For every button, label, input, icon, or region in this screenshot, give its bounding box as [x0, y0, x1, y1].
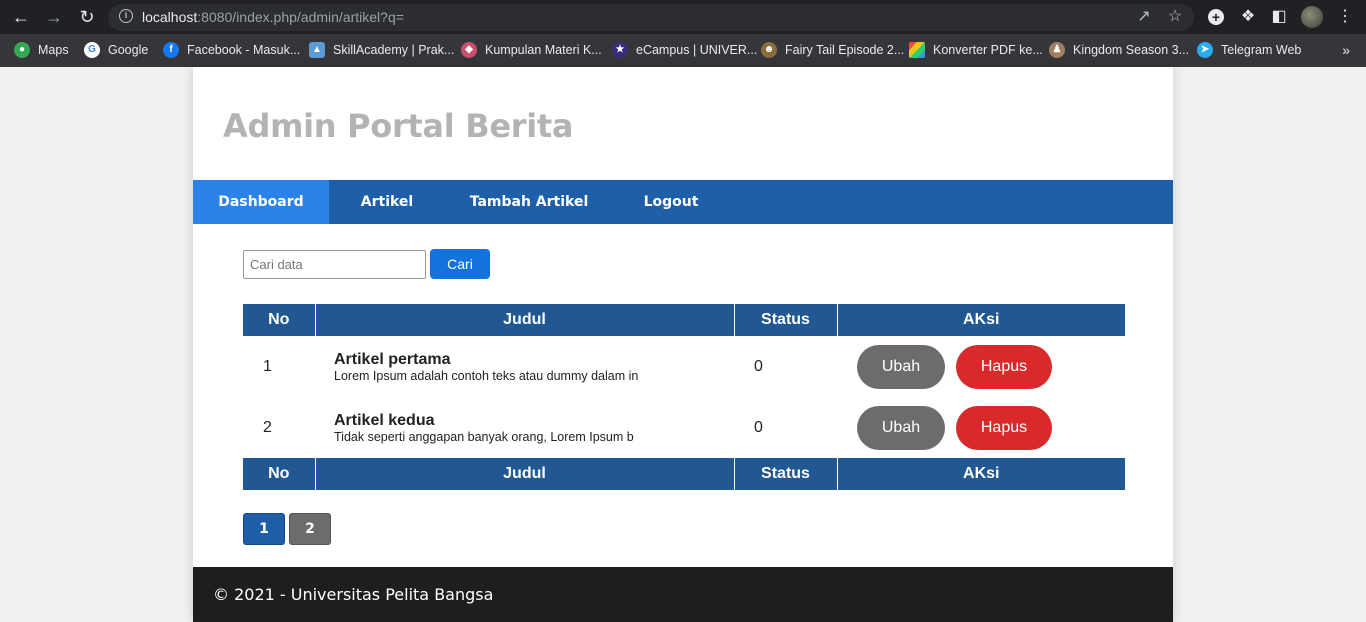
nav-dashboard[interactable]: Dashboard [193, 180, 329, 224]
bookmark-label: SkillAcademy | Prak... [333, 43, 455, 57]
site-info-icon[interactable]: i [119, 9, 133, 23]
footer-judul: Judul [314, 458, 734, 490]
nav-tambah-artikel[interactable]: Tambah Artikel [445, 180, 613, 224]
fairy-tail-icon: ☻ [761, 42, 777, 58]
bookmark-pdf-converter[interactable]: Konverter PDF ke... [909, 41, 1043, 59]
back-arrow-icon[interactable]: ← [10, 6, 32, 28]
article-title: Artikel kedua [334, 411, 435, 429]
bookmark-skillacademy[interactable]: ▲ SkillAcademy | Prak... [309, 41, 454, 59]
site-title: Admin Portal Berita [223, 107, 574, 145]
row-actions: Ubah Hapus [837, 336, 1125, 397]
search-button[interactable]: Cari [430, 249, 490, 279]
pagination-page-1[interactable]: 1 [243, 513, 285, 545]
address-bar[interactable]: i localhost:8080/index.php/admin/artikel… [108, 4, 1194, 31]
google-icon: G [84, 42, 100, 58]
maps-icon: ● [14, 42, 30, 58]
table-row: 1 Artikel pertama Lorem Ipsum adalah con… [243, 336, 1125, 397]
page-container: Admin Portal Berita Dashboard Artikel Ta… [193, 67, 1173, 622]
header-aksi: AKsi [836, 304, 1125, 336]
nav-logout[interactable]: Logout [613, 180, 729, 224]
bookmark-kumpulan-materi[interactable]: ◆ Kumpulan Materi K... [461, 41, 602, 59]
table-footer-row: No Judul Status AKsi [243, 458, 1125, 490]
bookmarks-overflow-icon[interactable]: » [1342, 42, 1350, 58]
pdf-converter-icon [909, 42, 925, 58]
facebook-icon: f [163, 42, 179, 58]
bookmark-label: Kingdom Season 3... [1073, 43, 1190, 57]
bookmark-kingdom[interactable]: ♟ Kingdom Season 3... [1049, 41, 1189, 59]
extension-add-icon[interactable]: + [1208, 9, 1224, 25]
main-navbar: Dashboard Artikel Tambah Artikel Logout [193, 180, 1173, 224]
row-status: 0 [754, 357, 763, 375]
delete-button[interactable]: Hapus [956, 344, 1052, 389]
side-panel-icon[interactable]: ◧ [1268, 6, 1290, 28]
bookmark-label: Kumpulan Materi K... [485, 43, 602, 57]
delete-button[interactable]: Hapus [956, 405, 1052, 450]
kumpulan-materi-icon: ◆ [461, 42, 477, 58]
bookmark-label: eCampus | UNIVER... [636, 43, 758, 57]
bookmark-telegram[interactable]: ➤ Telegram Web [1197, 41, 1301, 59]
pagination-page-2[interactable]: 2 [289, 513, 331, 545]
skillacademy-icon: ▲ [309, 42, 325, 58]
reload-icon[interactable]: ↻ [76, 6, 98, 28]
bookmark-facebook[interactable]: f Facebook - Masuk... [163, 41, 300, 59]
ecampus-icon: ★ [612, 42, 628, 58]
table-row: 2 Artikel kedua Tidak seperti anggapan b… [243, 397, 1125, 458]
bookmark-ecampus[interactable]: ★ eCampus | UNIVER... [612, 41, 757, 59]
bookmark-maps[interactable]: ● Maps [14, 41, 69, 59]
article-excerpt: Lorem Ipsum adalah contoh teks atau dumm… [334, 368, 639, 383]
browser-menu-icon[interactable]: ⋮ [1334, 6, 1356, 28]
share-icon[interactable]: ↗ [1134, 7, 1154, 27]
bookmark-label: Maps [38, 43, 69, 57]
bookmark-fairy-tail[interactable]: ☻ Fairy Tail Episode 2... [761, 41, 904, 59]
header-status: Status [733, 304, 837, 336]
telegram-icon: ➤ [1197, 42, 1213, 58]
bookmark-label: Konverter PDF ke... [933, 43, 1043, 57]
edit-button[interactable]: Ubah [857, 405, 945, 450]
bookmark-label: Telegram Web [1221, 43, 1302, 57]
row-no: 2 [263, 418, 272, 436]
bookmark-label: Facebook - Masuk... [187, 43, 301, 57]
row-no: 1 [263, 357, 272, 375]
header-no: No [243, 304, 315, 336]
article-title: Artikel pertama [334, 350, 451, 368]
browser-toolbar: ← → ↻ i localhost:8080/index.php/admin/a… [0, 0, 1366, 34]
bookmarks-bar: ● Maps G Google f Facebook - Masuk... ▲ Skil… [0, 34, 1366, 67]
footer-no: No [243, 458, 315, 490]
profile-avatar[interactable] [1301, 6, 1323, 28]
bookmark-star-icon[interactable]: ☆ [1165, 7, 1185, 27]
edit-button[interactable]: Ubah [857, 344, 945, 389]
bookmark-google[interactable]: G Google [84, 41, 148, 59]
row-judul: Artikel pertama Lorem Ipsum adalah conto… [315, 336, 734, 397]
articles-table: No Judul Status AKsi 1 Artikel pertama L… [243, 304, 1125, 490]
url-text[interactable]: localhost:8080/index.php/admin/artikel?q… [142, 9, 404, 26]
kingdom-icon: ♟ [1049, 42, 1065, 58]
table-header-row: No Judul Status AKsi [243, 304, 1125, 336]
row-actions: Ubah Hapus [837, 397, 1125, 458]
bookmark-label: Fairy Tail Episode 2... [785, 43, 905, 57]
header-judul: Judul [314, 304, 734, 336]
footer-copyright: © 2021 - Universitas Pelita Bangsa [213, 585, 494, 604]
nav-artikel[interactable]: Artikel [329, 180, 445, 224]
extensions-puzzle-icon[interactable]: ❖ [1237, 6, 1259, 28]
url-path: :8080/index.php/admin/artikel?q= [197, 9, 404, 25]
footer-status: Status [733, 458, 837, 490]
forward-arrow-icon[interactable]: → [43, 6, 65, 28]
footer-aksi: AKsi [836, 458, 1125, 490]
search-input[interactable] [243, 250, 426, 279]
row-status: 0 [754, 418, 763, 436]
site-footer: © 2021 - Universitas Pelita Bangsa [193, 567, 1173, 622]
url-host: localhost [142, 9, 198, 25]
article-excerpt: Tidak seperti anggapan banyak orang, Lor… [334, 429, 634, 444]
row-judul: Artikel kedua Tidak seperti anggapan ban… [315, 397, 734, 458]
bookmark-label: Google [108, 43, 149, 57]
